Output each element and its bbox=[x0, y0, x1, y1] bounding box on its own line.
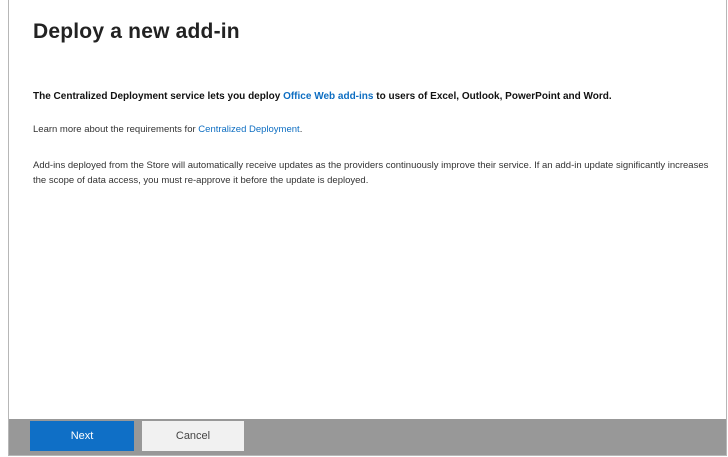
intro-prefix: The Centralized Deployment service lets … bbox=[33, 91, 284, 102]
intro-text: The Centralized Deployment service lets … bbox=[33, 91, 723, 102]
cancel-button[interactable]: Cancel bbox=[142, 421, 244, 451]
deploy-addin-panel: Deploy a new add-in The Centralized Depl… bbox=[8, 0, 727, 456]
intro-suffix: to users of Excel, Outlook, PowerPoint a… bbox=[373, 91, 612, 102]
centralized-deployment-link[interactable]: Centralized Deployment bbox=[198, 124, 299, 135]
update-description: Add-ins deployed from the Store will aut… bbox=[33, 160, 709, 186]
page-title: Deploy a new add-in bbox=[33, 20, 240, 43]
learn-more-text: Learn more about the requirements for Ce… bbox=[33, 124, 302, 135]
learn-more-suffix: . bbox=[299, 124, 303, 135]
office-web-addins-link[interactable]: Office Web add-ins bbox=[283, 91, 373, 102]
learn-more-prefix: Learn more about the requirements for bbox=[33, 124, 199, 135]
next-button[interactable]: Next bbox=[30, 421, 134, 451]
footer-bar: Next Cancel bbox=[9, 419, 726, 455]
